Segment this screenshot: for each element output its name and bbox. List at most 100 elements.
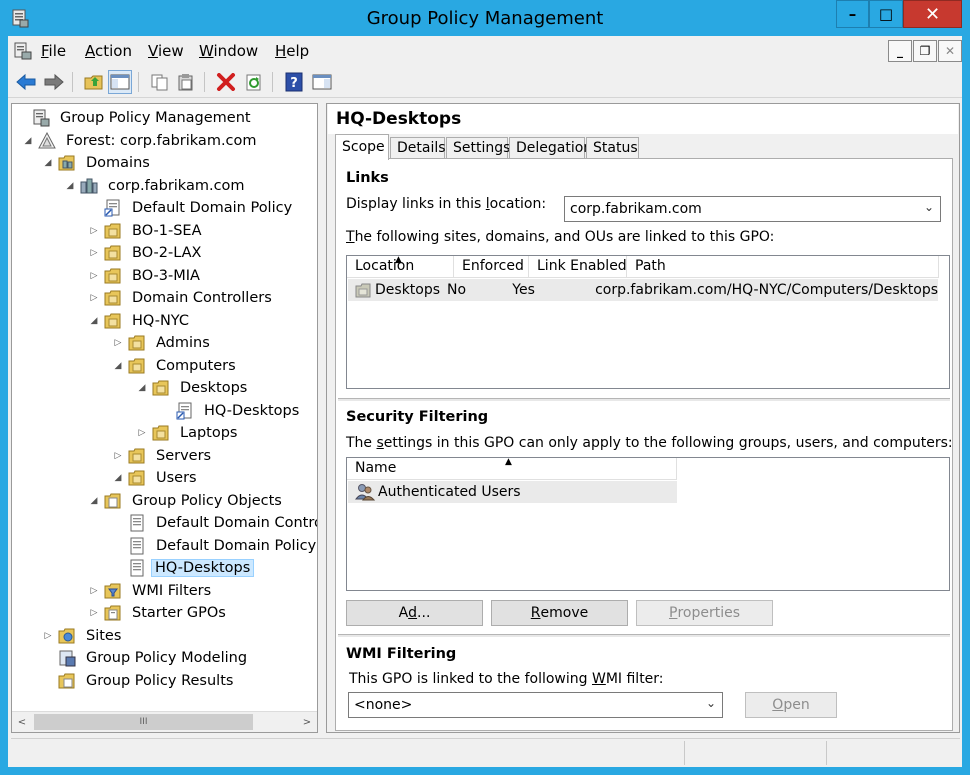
show-action-pane-button[interactable] (310, 70, 334, 94)
mdi-close-button[interactable]: ✕ (938, 40, 962, 62)
scroll-left-button[interactable]: < (12, 712, 32, 732)
column-link-enabled[interactable]: Link Enabled (529, 256, 627, 278)
links-list[interactable]: Location ▲ Enforced Link Enabled Path Des… (346, 255, 950, 389)
window-title: Group Policy Management (366, 8, 604, 29)
copy-button[interactable] (148, 70, 172, 94)
expand-arrow-icon[interactable]: ▷ (88, 247, 100, 259)
tree-item-default-domain-contro[interactable]: Default Domain Contro (112, 512, 317, 534)
tree-item-servers[interactable]: ▷ Servers (112, 445, 216, 467)
menu-help[interactable]: Help (275, 42, 309, 60)
tree-item-bo-1-sea[interactable]: ▷ BO-1-SEA (88, 220, 206, 242)
collapse-arrow-icon[interactable]: ◢ (88, 495, 100, 507)
links-location-dropdown[interactable]: corp.fabrikam.com ⌄ (564, 196, 941, 222)
tree-item-hq-desktops[interactable]: HQ-Desktops (160, 400, 304, 422)
tree-item-computers[interactable]: ◢ Computers (112, 355, 241, 377)
tree-horizontal-scrollbar[interactable]: < III > (12, 711, 317, 732)
expand-arrow-icon[interactable]: ▷ (88, 225, 100, 237)
tree-item-group-policy-results[interactable]: Group Policy Results (42, 670, 238, 692)
collapse-arrow-icon[interactable]: ◢ (22, 135, 34, 147)
console-tree[interactable]: Group Policy Management ◢ Forest: corp.fab… (11, 103, 318, 733)
add-button[interactable]: Ad... (346, 600, 483, 626)
section-splitter[interactable] (338, 634, 950, 638)
menu-window[interactable]: Window (199, 42, 258, 60)
minimize-button[interactable]: – (836, 0, 869, 28)
expand-arrow-icon[interactable]: ▷ (112, 450, 124, 462)
column-name[interactable]: Name ▲ (347, 457, 677, 480)
console-menu-icon[interactable] (13, 42, 33, 60)
mdi-minimize-button[interactable]: _ (888, 40, 912, 62)
collapse-arrow-icon[interactable]: ◢ (88, 315, 100, 327)
remove-button[interactable]: Remove (491, 600, 628, 626)
tab-details[interactable]: Details (390, 137, 446, 159)
tree-item-wmi-filters[interactable]: ▷ WMI Filters (88, 580, 216, 602)
tree-item-starter-gpos[interactable]: ▷ Starter GPOs (88, 602, 231, 624)
scroll-thumb[interactable]: III (34, 714, 253, 730)
show-hide-tree-button[interactable] (108, 70, 132, 94)
refresh-button[interactable] (242, 70, 266, 94)
column-enforced[interactable]: Enforced (454, 256, 529, 278)
maximize-button[interactable]: □ (869, 0, 903, 28)
collapse-arrow-icon[interactable]: ◢ (112, 360, 124, 372)
tree-item-desktops[interactable]: ◢ Desktops (136, 377, 252, 399)
tree-item-group-policy-objects[interactable]: ◢ Group Policy Objects (88, 490, 287, 512)
security-filtering-list[interactable]: Name ▲ Authenticated Users (346, 457, 950, 591)
menu-view[interactable]: View (148, 42, 184, 60)
expand-arrow-icon[interactable]: ▷ (88, 270, 100, 282)
column-location[interactable]: Location ▲ (347, 255, 454, 278)
scroll-right-button[interactable]: > (297, 712, 317, 732)
table-row[interactable]: Authenticated Users (348, 481, 677, 503)
tree-item-corp-fabrikam-com[interactable]: ◢ corp.fabrikam.com (64, 175, 250, 197)
tree-item-admins[interactable]: ▷ Admins (112, 332, 215, 354)
collapse-arrow-icon[interactable]: ◢ (112, 472, 124, 484)
pane-splitter[interactable] (318, 103, 326, 733)
tree-item-domain-controllers[interactable]: ▷ Domain Controllers (88, 287, 277, 309)
display-links-label: Display links in this location: (346, 196, 547, 212)
tree-item-bo-3-mia[interactable]: ▷ BO-3-MIA (88, 265, 205, 287)
expand-arrow-icon[interactable]: ▷ (88, 292, 100, 304)
menu-action[interactable]: Action (85, 42, 132, 60)
tree-item-forest-corp-fabrikam-com[interactable]: ◢ Forest: corp.fabrikam.com (22, 130, 262, 152)
tree-item-default-domain-policy[interactable]: Default Domain Policy (112, 535, 317, 557)
delete-button[interactable] (214, 70, 238, 94)
tree-item-hq-nyc[interactable]: ◢ HQ-NYC (88, 310, 194, 332)
forward-button[interactable] (42, 70, 66, 94)
expand-arrow-icon[interactable]: ▷ (112, 337, 124, 349)
table-row[interactable]: Desktops No Yes corp.fabrikam.com/HQ-NYC… (348, 279, 938, 301)
close-button[interactable]: ✕ (903, 0, 962, 28)
tree-item-label: Group Policy Management (60, 110, 251, 126)
tree-item-group-policy-management[interactable]: Group Policy Management (16, 107, 256, 129)
help-button[interactable]: ? (282, 70, 306, 94)
expand-arrow-icon[interactable]: ▷ (136, 427, 148, 439)
open-wmi-filter-button[interactable]: Open (745, 692, 837, 718)
tree-item-domains[interactable]: ◢ Domains (42, 152, 155, 174)
tree-item-default-domain-policy[interactable]: Default Domain Policy (88, 197, 297, 219)
tree-item-group-policy-modeling[interactable]: Group Policy Modeling (42, 647, 252, 669)
menu-file[interactable]: File (41, 42, 66, 60)
tree-item-laptops[interactable]: ▷ Laptops (136, 422, 242, 444)
back-button[interactable] (14, 70, 38, 94)
expand-arrow-icon[interactable]: ▷ (42, 630, 54, 642)
tree-item-bo-2-lax[interactable]: ▷ BO-2-LAX (88, 242, 206, 264)
tab-status[interactable]: Status (586, 137, 639, 159)
tree-item-hq-desktops[interactable]: HQ-Desktops (112, 557, 255, 579)
tab-settings[interactable]: Settings (446, 137, 510, 159)
show-hide-console-tree-icon (110, 74, 130, 90)
expand-arrow-icon[interactable]: ▷ (88, 607, 100, 619)
mdi-restore-button[interactable]: ❐ (913, 40, 937, 62)
wmi-filter-dropdown[interactable]: <none> ⌄ (348, 692, 723, 718)
expand-arrow-icon[interactable]: ▷ (88, 585, 100, 597)
section-splitter[interactable] (338, 398, 950, 402)
collapse-arrow-icon[interactable]: ◢ (42, 157, 54, 169)
tree-item-users[interactable]: ◢ Users (112, 467, 202, 489)
wmi-filtering-label: This GPO is linked to the following WMI … (349, 671, 664, 687)
collapse-arrow-icon[interactable]: ◢ (136, 382, 148, 394)
tree-item-sites[interactable]: ▷ Sites (42, 625, 126, 647)
gpo-link-icon (176, 402, 194, 420)
tab-delegation[interactable]: Delegation (509, 137, 592, 159)
properties-button[interactable]: Properties (636, 600, 773, 626)
column-path[interactable]: Path (627, 256, 939, 278)
tab-scope[interactable]: Scope (335, 134, 389, 160)
paste-button[interactable] (174, 70, 198, 94)
up-level-button[interactable] (82, 70, 106, 94)
collapse-arrow-icon[interactable]: ◢ (64, 180, 76, 192)
